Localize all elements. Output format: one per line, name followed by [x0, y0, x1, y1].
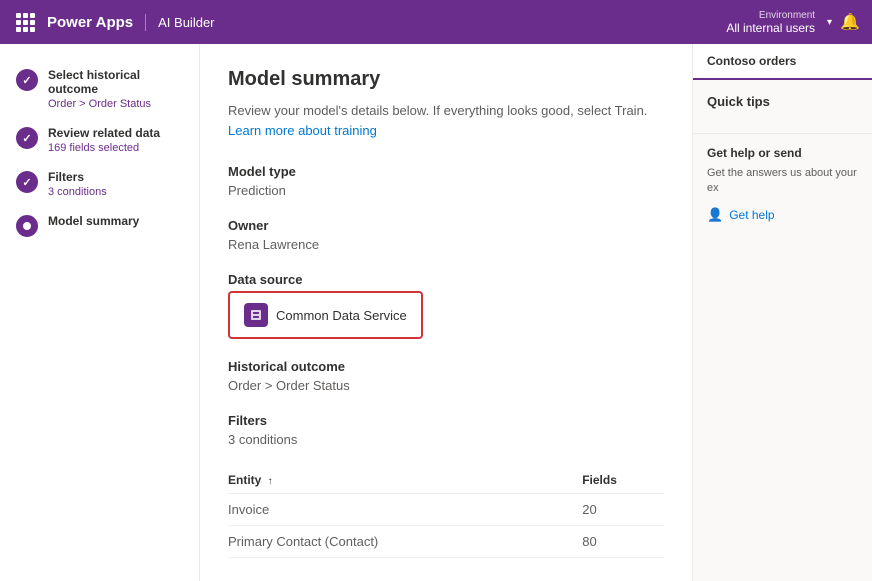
- data-source-label: Data source: [228, 272, 664, 287]
- sidebar-item-select-historical-outcome[interactable]: ✓ Select historical outcome Order > Orde…: [0, 60, 199, 118]
- step-subtitle-2: 169 fields selected: [48, 142, 183, 154]
- right-panel: Contoso orders Quick tips Get help or se…: [692, 44, 872, 581]
- quick-tips-section: Quick tips: [693, 80, 872, 133]
- learn-more-link[interactable]: Learn more about training: [228, 123, 377, 138]
- data-source-box: Common Data Service: [228, 291, 423, 339]
- environment-selector[interactable]: Environment All internal users: [726, 10, 815, 35]
- page-desc-text: Review your model's details below. If ev…: [228, 103, 647, 118]
- right-panel-tab[interactable]: Contoso orders: [693, 44, 872, 80]
- sidebar-item-model-summary[interactable]: Model summary: [0, 206, 199, 245]
- chevron-down-icon: ▾: [827, 17, 832, 28]
- sidebar-item-filters[interactable]: ✓ Filters 3 conditions: [0, 162, 199, 206]
- top-navigation: Power Apps AI Builder Environment All in…: [0, 0, 872, 44]
- environment-value: All internal users: [726, 21, 815, 35]
- historical-outcome-value: Order > Order Status: [228, 378, 664, 393]
- data-source-value: Common Data Service: [276, 308, 407, 323]
- model-type-label: Model type: [228, 164, 664, 179]
- grid-icon: [12, 9, 39, 36]
- owner-value: Rena Lawrence: [228, 237, 664, 252]
- filters-value: 3 conditions: [228, 432, 664, 447]
- model-type-value: Prediction: [228, 183, 664, 198]
- sort-icon: ↑: [268, 476, 273, 487]
- entity-table: Entity ↑ Fields Invoice 20 Primary Conta…: [228, 467, 664, 558]
- entity-column-header: Entity ↑: [228, 467, 582, 494]
- step-circle-3: ✓: [16, 171, 38, 193]
- fields-cell-invoice: 20: [582, 494, 664, 526]
- quick-tips-title: Quick tips: [707, 94, 858, 109]
- step-circle-2: ✓: [16, 127, 38, 149]
- help-title: Get help or send: [707, 146, 858, 160]
- notifications-icon[interactable]: 🔔: [840, 12, 860, 32]
- get-help-link[interactable]: 👤 Get help: [707, 207, 858, 223]
- step-title-1: Select historical outcome: [48, 68, 183, 96]
- apps-grid-button[interactable]: [12, 9, 39, 36]
- step-circle-4: [16, 215, 38, 237]
- filters-label: Filters: [228, 413, 664, 428]
- fields-column-header: Fields: [582, 467, 664, 494]
- check-icon-2: ✓: [22, 132, 31, 145]
- step-content-1: Select historical outcome Order > Order …: [48, 68, 183, 110]
- step-title-4: Model summary: [48, 214, 183, 228]
- get-help-label: Get help: [729, 208, 774, 222]
- step-title-3: Filters: [48, 170, 183, 184]
- app-name: Power Apps: [47, 14, 146, 31]
- table-row: Invoice 20: [228, 494, 664, 526]
- step-content-3: Filters 3 conditions: [48, 170, 183, 198]
- help-icon: 👤: [707, 207, 723, 223]
- sidebar: ✓ Select historical outcome Order > Orde…: [0, 44, 200, 581]
- step-circle-1: ✓: [16, 69, 38, 91]
- table-row: Primary Contact (Contact) 80: [228, 526, 664, 558]
- help-text: Get the answers us about your ex: [707, 166, 858, 197]
- fields-cell-contact: 80: [582, 526, 664, 558]
- sidebar-item-review-related-data[interactable]: ✓ Review related data 169 fields selecte…: [0, 118, 199, 162]
- step-subtitle-3: 3 conditions: [48, 186, 183, 198]
- main-layout: ✓ Select historical outcome Order > Orde…: [0, 44, 872, 581]
- step-subtitle-1: Order > Order Status: [48, 98, 183, 110]
- app-subtitle: AI Builder: [158, 15, 214, 30]
- entity-cell-invoice: Invoice: [228, 494, 582, 526]
- content-area: Model summary Review your model's detail…: [200, 44, 692, 581]
- page-description: Review your model's details below. If ev…: [228, 101, 664, 140]
- cds-icon: [244, 303, 268, 327]
- active-dot-4: [23, 222, 31, 230]
- historical-outcome-label: Historical outcome: [228, 359, 664, 374]
- step-content-4: Model summary: [48, 214, 183, 228]
- check-icon-1: ✓: [22, 74, 31, 87]
- step-title-2: Review related data: [48, 126, 183, 140]
- environment-label: Environment: [759, 10, 815, 21]
- entity-cell-contact: Primary Contact (Contact): [228, 526, 582, 558]
- step-content-2: Review related data 169 fields selected: [48, 126, 183, 154]
- owner-label: Owner: [228, 218, 664, 233]
- help-section: Get help or send Get the answers us abou…: [693, 133, 872, 235]
- page-title: Model summary: [228, 68, 664, 91]
- check-icon-3: ✓: [22, 176, 31, 189]
